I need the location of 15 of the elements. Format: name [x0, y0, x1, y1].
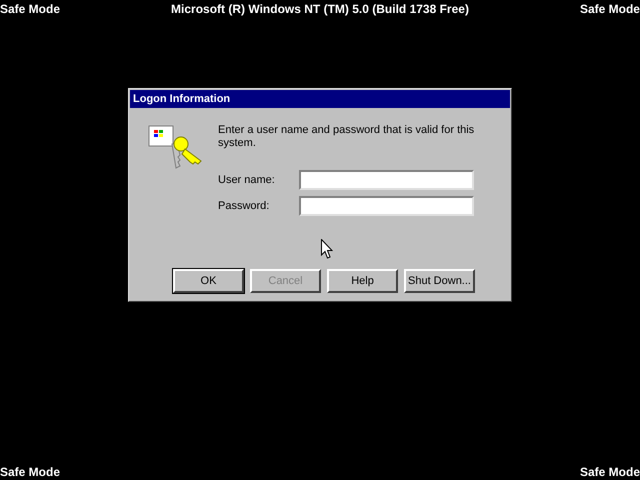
mouse-pointer-icon	[321, 239, 333, 259]
field-label: User name:	[218, 172, 276, 188]
input-field[interactable]	[299, 196, 474, 216]
dialog-button[interactable]: Shut Down...	[404, 269, 475, 293]
dialog-button[interactable]: OK	[173, 269, 244, 293]
safe-mode-label: Safe Mode	[580, 464, 640, 480]
safe-mode-label: Safe Mode	[580, 1, 640, 17]
field-label: Password:	[218, 198, 270, 214]
build-title: Microsoft (R) Windows NT (TM) 5.0 (Build 1738 Free)	[171, 1, 469, 17]
instruction-text: Enter a user name and password that is valid for this system.	[218, 124, 476, 150]
input-field[interactable]	[299, 170, 474, 190]
dialog-button[interactable]: Help	[327, 269, 398, 293]
safe-mode-label: Safe Mode	[0, 464, 60, 480]
window-title: Logon Information	[133, 92, 230, 107]
safe-mode-label: Safe Mode	[0, 1, 60, 17]
